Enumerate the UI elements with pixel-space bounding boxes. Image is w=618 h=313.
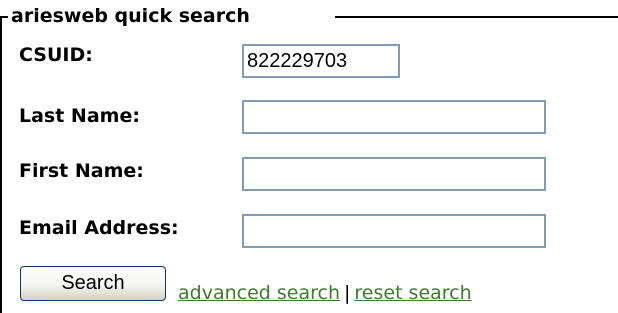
search-button[interactable]: Search [20,266,166,301]
link-separator: | [343,282,351,304]
last-name-input[interactable] [242,100,546,134]
search-links: advanced search | reset search [178,281,472,305]
email-address-input[interactable] [242,214,546,248]
last-name-label: Last Name: [19,105,140,127]
email-address-label: Email Address: [19,217,179,239]
reset-search-link[interactable]: reset search [354,282,471,304]
quick-search-panel: ariesweb quick search CSUID: Last Name: … [0,0,618,313]
first-name-label: First Name: [19,160,144,182]
advanced-search-link[interactable]: advanced search [178,282,340,304]
csuid-label: CSUID: [19,44,93,66]
fieldset-legend: ariesweb quick search [11,5,250,27]
fieldset-border-top-right [335,16,618,18]
fieldset-border-left [0,16,2,313]
csuid-input[interactable] [242,44,400,78]
first-name-input[interactable] [242,157,546,191]
